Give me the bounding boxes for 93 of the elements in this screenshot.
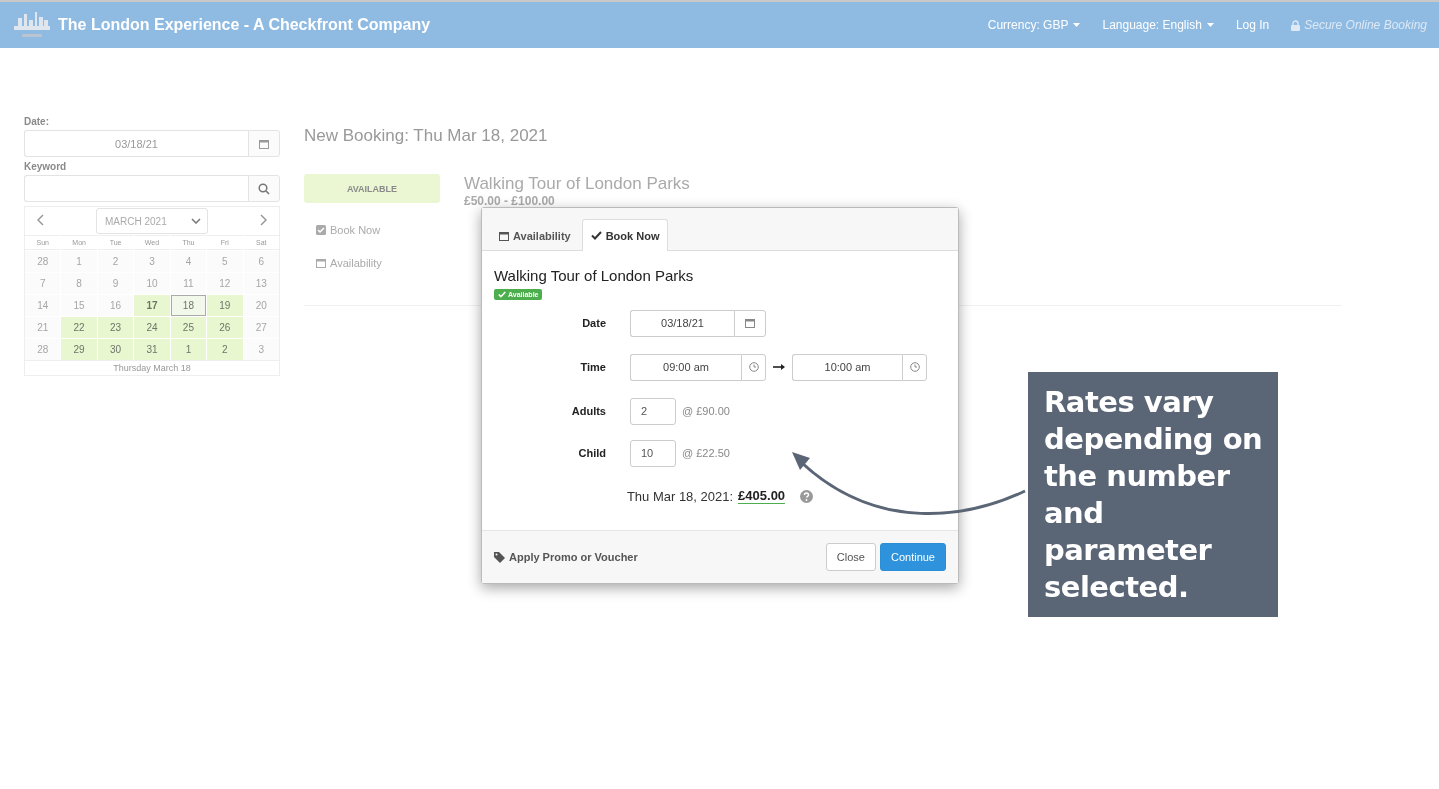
caret-icon xyxy=(1206,23,1214,27)
calendar-day[interactable]: 8 xyxy=(61,273,97,294)
calendar-day[interactable]: 14 xyxy=(25,295,61,316)
help-icon[interactable] xyxy=(800,489,814,503)
quantity-field[interactable]: 10 xyxy=(630,439,676,467)
calendar-day[interactable]: 28 xyxy=(25,251,61,272)
item-title: Walking Tour of London Parks xyxy=(464,174,690,194)
availability-link[interactable]: Availability xyxy=(304,246,440,279)
time-picker-button[interactable] xyxy=(741,353,766,381)
calendar-icon xyxy=(259,138,269,149)
start-time-field[interactable]: 09:00 am xyxy=(630,353,741,381)
search-icon xyxy=(258,182,270,195)
calendar-day[interactable]: 2 xyxy=(97,251,134,272)
close-button[interactable]: Close xyxy=(825,543,876,571)
calendar-day[interactable]: 10 xyxy=(134,273,170,294)
calendar-day[interactable]: 26 xyxy=(207,317,243,338)
calendar-day[interactable]: 30 xyxy=(97,339,134,360)
calendar-day[interactable]: 4 xyxy=(170,251,207,272)
calendar-day[interactable]: 15 xyxy=(61,295,97,316)
calendar-day[interactable]: 25 xyxy=(170,317,207,338)
calendar-day[interactable]: 7 xyxy=(25,273,61,294)
calendar-day[interactable]: 11 xyxy=(170,273,207,294)
end-time-field[interactable]: 10:00 am xyxy=(792,353,902,381)
dialog-tab[interactable]: Book Now xyxy=(581,219,669,251)
calendar-day[interactable]: 19 xyxy=(207,295,243,316)
calendar-icon xyxy=(316,257,326,268)
chevron-down-icon xyxy=(191,218,201,224)
date-field[interactable]: 03/18/21 xyxy=(24,130,248,157)
rate-price: @ £90.00 xyxy=(682,405,730,417)
promo-link[interactable]: Apply Promo or Voucher xyxy=(494,551,638,563)
calendar-day[interactable]: 21 xyxy=(25,317,61,338)
book-now-link[interactable]: Book Now xyxy=(304,213,440,246)
keyword-field[interactable] xyxy=(24,175,248,202)
calendar-day[interactable]: 22 xyxy=(61,317,97,338)
calendar-day[interactable]: 18 xyxy=(170,295,207,316)
dialog-title: Walking Tour of London Parks xyxy=(494,267,695,284)
calendar-day[interactable]: 31 xyxy=(134,339,170,360)
date-label: Date xyxy=(581,317,607,329)
month-select[interactable]: MARCH 2021 xyxy=(96,208,208,234)
date-label: Date: xyxy=(24,116,50,127)
tag-icon xyxy=(494,551,505,563)
calendar-day[interactable]: 29 xyxy=(61,339,97,360)
caret-icon xyxy=(1073,23,1081,27)
item-price: £50.00 - £100.00 xyxy=(464,194,556,208)
calendar-day[interactable]: 16 xyxy=(97,295,134,316)
calendar-day[interactable]: 12 xyxy=(207,273,243,294)
quantity-field[interactable]: 2 xyxy=(630,397,676,425)
calendar-day[interactable]: 13 xyxy=(243,273,279,294)
calendar-day[interactable]: 1 xyxy=(170,339,207,360)
calendar-icon xyxy=(745,318,755,328)
arrow-icon xyxy=(773,363,785,371)
language-dropdown[interactable]: Language: English xyxy=(1102,18,1214,32)
booking-heading: New Booking: Thu Mar 18, 2021 xyxy=(304,126,549,146)
login-link[interactable]: Log In xyxy=(1235,18,1270,32)
checkbox-icon xyxy=(316,224,326,235)
rate-label: Adults xyxy=(570,405,607,417)
calendar-day[interactable]: 3 xyxy=(243,339,279,360)
time-label: Time xyxy=(579,361,607,373)
site-title: The London Experience - A Checkfront Company xyxy=(58,16,431,34)
clock-icon xyxy=(909,362,920,372)
calendar-day[interactable]: 28 xyxy=(25,339,61,360)
calendar-day[interactable]: 17 xyxy=(134,295,170,316)
calendar-day[interactable]: 5 xyxy=(207,251,243,272)
lock-icon xyxy=(1291,19,1301,31)
rate-label: Child xyxy=(577,447,607,459)
calendar-button[interactable] xyxy=(734,309,766,337)
availability-status: AVAILABLE xyxy=(304,174,440,203)
keyword-label: Keyword xyxy=(24,161,68,172)
calendar-day[interactable]: 2 xyxy=(207,339,243,360)
dialog-tab[interactable]: Availability xyxy=(490,219,580,251)
calendar-day[interactable]: 1 xyxy=(61,251,97,272)
calendar-day[interactable]: 24 xyxy=(134,317,170,338)
continue-button[interactable]: Continue xyxy=(879,543,946,571)
calendar-day[interactable]: 27 xyxy=(243,317,279,338)
check-icon xyxy=(590,231,602,240)
search-button[interactable] xyxy=(248,175,280,202)
calendar-icon xyxy=(499,230,509,241)
time-picker-button[interactable] xyxy=(902,353,927,381)
calendar-day[interactable]: 3 xyxy=(134,251,170,272)
total-amount: £405.00 xyxy=(738,488,786,504)
rate-price: @ £22.50 xyxy=(682,447,730,459)
secure-booking-label: Secure Online Booking xyxy=(1291,18,1427,32)
selected-date-label: Thursday March 18 xyxy=(25,360,279,375)
calendar-day[interactable]: 9 xyxy=(97,273,134,294)
callout-text: Rates vary depending on the number and parameter selected. xyxy=(1044,384,1264,606)
calendar-day[interactable]: 20 xyxy=(243,295,279,316)
currency-dropdown[interactable]: Currency: GBP xyxy=(987,18,1081,32)
date-field[interactable]: 03/18/21 xyxy=(630,309,734,337)
total-label: Thu Mar 18, 2021: xyxy=(626,488,734,504)
calendar-day[interactable]: 23 xyxy=(97,317,134,338)
calendar-button[interactable] xyxy=(248,130,280,157)
calendar-day[interactable]: 6 xyxy=(243,251,279,272)
clock-icon xyxy=(748,362,759,372)
